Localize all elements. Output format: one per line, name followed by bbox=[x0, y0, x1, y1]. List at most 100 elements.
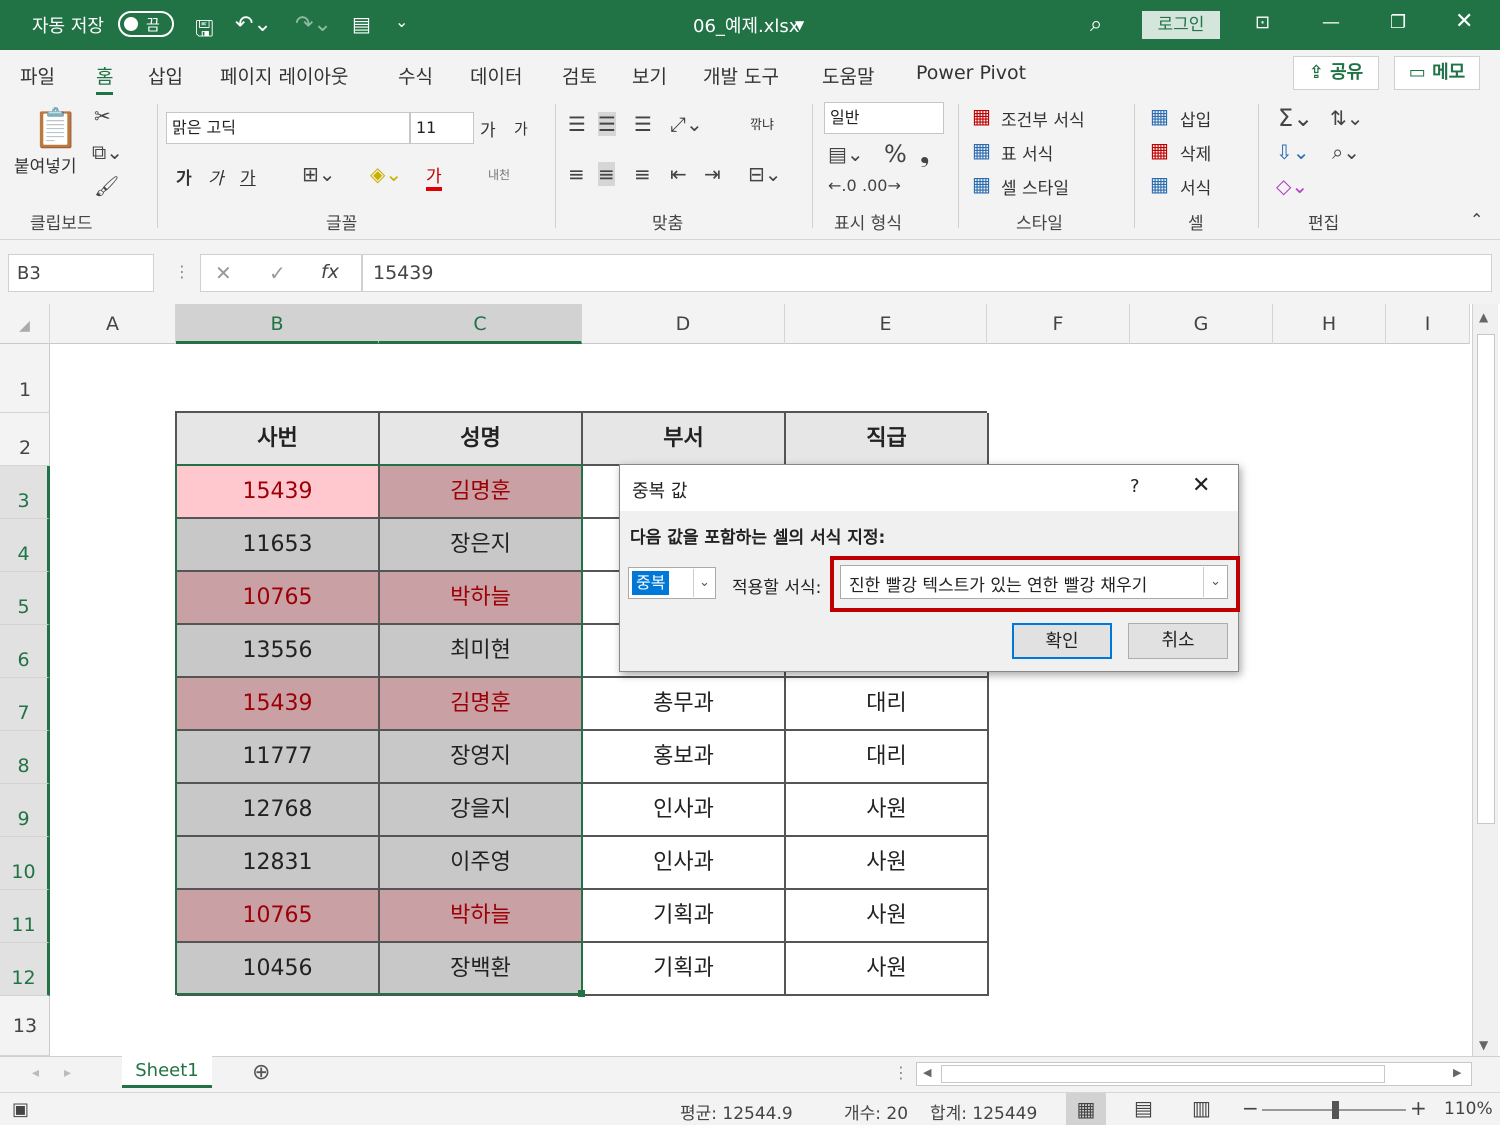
table-cell-c4[interactable]: 장은지 bbox=[380, 519, 583, 572]
align-top-icon[interactable]: ☰ bbox=[568, 112, 586, 136]
column-header-a[interactable]: A bbox=[50, 304, 176, 344]
conditional-format-button[interactable]: 조건부 서식 bbox=[1001, 106, 1085, 131]
dialog-close-icon[interactable]: ✕ bbox=[1192, 473, 1210, 498]
format-cells-button[interactable]: 서식 bbox=[1180, 174, 1211, 199]
wrap-text-button[interactable]: 깎냐 bbox=[750, 114, 774, 133]
tab-data[interactable]: 데이터 bbox=[470, 62, 522, 89]
table-cell-e8[interactable]: 대리 bbox=[786, 731, 989, 784]
phonetic-button[interactable]: 내천 bbox=[488, 166, 510, 183]
fill-color-icon[interactable]: ◈⌄ bbox=[370, 162, 402, 186]
chevron-down-icon[interactable]: ⌄ bbox=[1203, 567, 1227, 597]
table-cell-c10[interactable]: 이주영 bbox=[380, 837, 583, 890]
format-as-table-icon[interactable]: ▦ bbox=[972, 138, 991, 162]
copy-icon[interactable]: ⧉⌄ bbox=[92, 140, 123, 164]
redo-icon[interactable]: ↷⌄ bbox=[295, 12, 332, 37]
header-cell-id[interactable]: 사번 bbox=[177, 413, 380, 466]
row-header-1[interactable]: 1 bbox=[0, 344, 50, 413]
table-cell-d9[interactable]: 인사과 bbox=[583, 784, 786, 837]
table-cell-d8[interactable]: 홍보과 bbox=[583, 731, 786, 784]
increase-decimal-icon[interactable]: ←.0 bbox=[828, 176, 857, 195]
delete-cells-icon[interactable]: ▦ bbox=[1150, 138, 1169, 162]
table-cell-b6[interactable]: 13556 bbox=[177, 625, 380, 678]
formula-input[interactable]: 15439 bbox=[362, 254, 1492, 292]
percent-icon[interactable]: % bbox=[884, 140, 907, 168]
cut-icon[interactable]: ✂ bbox=[94, 104, 111, 128]
font-name-select[interactable]: 맑은 고딕 bbox=[166, 112, 410, 144]
border-icon[interactable]: ⊞⌄ bbox=[302, 162, 336, 186]
save-icon[interactable]: 🖫 bbox=[195, 12, 214, 50]
tab-home[interactable]: 홈 bbox=[96, 62, 114, 95]
font-size-select[interactable]: 11 bbox=[410, 112, 474, 144]
column-header-b[interactable]: B bbox=[176, 304, 379, 344]
format-as-table-button[interactable]: 표 서식 bbox=[1001, 140, 1053, 165]
column-header-f[interactable]: F bbox=[987, 304, 1130, 344]
header-cell-rank[interactable]: 직급 bbox=[786, 413, 989, 466]
autosum-icon[interactable]: Σ⌄ bbox=[1278, 104, 1313, 132]
scroll-right-icon[interactable]: ▶ bbox=[1453, 1066, 1461, 1079]
table-cell-b3[interactable]: 15439 bbox=[177, 466, 380, 519]
add-sheet-icon[interactable]: ⊕ bbox=[252, 1060, 270, 1085]
format-cells-icon[interactable]: ▦ bbox=[1150, 172, 1169, 196]
format-painter-icon[interactable]: 🖌 bbox=[94, 174, 119, 198]
table-cell-b12[interactable]: 10456 bbox=[177, 943, 380, 996]
zoom-level[interactable]: 110% bbox=[1444, 1099, 1493, 1119]
paste-icon[interactable]: 📋 bbox=[32, 106, 79, 151]
column-header-h[interactable]: H bbox=[1273, 304, 1386, 344]
chevron-down-icon[interactable]: ⌄ bbox=[693, 569, 715, 597]
cancel-button[interactable]: 취소 bbox=[1128, 623, 1228, 659]
underline-button[interactable]: 가 bbox=[240, 164, 256, 189]
page-break-view-icon[interactable]: ▥ bbox=[1192, 1096, 1211, 1120]
table-cell-c11[interactable]: 박하늘 bbox=[380, 890, 583, 943]
table-cell-b5[interactable]: 10765 bbox=[177, 572, 380, 625]
row-header-13[interactable]: 13 bbox=[0, 996, 50, 1056]
row-header-10[interactable]: 10 bbox=[0, 837, 50, 890]
shrink-font-button[interactable]: 가 bbox=[514, 118, 528, 139]
row-header-12[interactable]: 12 bbox=[0, 943, 50, 996]
sheet-tab-sheet1[interactable]: Sheet1 bbox=[122, 1056, 212, 1088]
decrease-indent-icon[interactable]: ⇤ bbox=[670, 162, 687, 186]
row-header-3[interactable]: 3 bbox=[0, 466, 50, 519]
table-cell-e9[interactable]: 사원 bbox=[786, 784, 989, 837]
table-cell-c7[interactable]: 김명훈 bbox=[380, 678, 583, 731]
column-header-i[interactable]: I bbox=[1386, 304, 1470, 344]
close-icon[interactable]: ✕ bbox=[1455, 9, 1473, 34]
delete-cells-button[interactable]: 삭제 bbox=[1180, 140, 1211, 165]
autosave-toggle[interactable]: 끔 bbox=[118, 11, 174, 37]
vertical-scroll-thumb[interactable] bbox=[1477, 334, 1495, 824]
minimize-icon[interactable]: — bbox=[1322, 12, 1340, 33]
table-cell-c8[interactable]: 장영지 bbox=[380, 731, 583, 784]
insert-cells-button[interactable]: 삽입 bbox=[1180, 106, 1211, 131]
column-header-g[interactable]: G bbox=[1130, 304, 1273, 344]
header-cell-dept[interactable]: 부서 bbox=[583, 413, 786, 466]
select-all-corner[interactable]: ◢ bbox=[0, 304, 50, 344]
grow-font-button[interactable]: 가 bbox=[480, 116, 496, 141]
align-left-icon[interactable]: ≡ bbox=[568, 162, 585, 186]
help-button[interactable]: ? bbox=[1130, 476, 1140, 497]
vertical-scrollbar[interactable]: ▲ ▼ bbox=[1472, 304, 1498, 1056]
insert-function-button[interactable]: fx bbox=[321, 261, 339, 283]
enter-icon[interactable]: ✓ bbox=[269, 261, 286, 285]
scroll-left-icon[interactable]: ◀ bbox=[923, 1066, 931, 1079]
normal-view-icon[interactable]: ▦ bbox=[1066, 1093, 1106, 1125]
scroll-up-icon[interactable]: ▲ bbox=[1479, 310, 1488, 324]
align-center-icon[interactable]: ≡ bbox=[598, 162, 615, 186]
scroll-down-icon[interactable]: ▼ bbox=[1479, 1038, 1488, 1052]
horizontal-scroll-thumb[interactable] bbox=[941, 1065, 1385, 1083]
row-header-7[interactable]: 7 bbox=[0, 678, 50, 731]
login-button[interactable]: 로그인 bbox=[1142, 11, 1220, 39]
header-cell-name[interactable]: 성명 bbox=[380, 413, 583, 466]
tab-developer[interactable]: 개발 도구 bbox=[703, 62, 779, 89]
table-cell-d12[interactable]: 기획과 bbox=[583, 943, 786, 996]
chevron-down-icon[interactable]: ▼ bbox=[795, 18, 804, 32]
table-cell-c3[interactable]: 김명훈 bbox=[380, 466, 583, 519]
ribbon-display-icon[interactable]: ⊡ bbox=[1255, 12, 1270, 33]
align-bottom-icon[interactable]: ☰ bbox=[634, 112, 652, 136]
font-color-button[interactable]: 가 bbox=[426, 162, 442, 191]
accounting-format-icon[interactable]: ▤⌄ bbox=[828, 142, 864, 166]
table-cell-b11[interactable]: 10765 bbox=[177, 890, 380, 943]
memo-button[interactable]: ▭ 메모 bbox=[1394, 56, 1480, 90]
table-cell-e11[interactable]: 사원 bbox=[786, 890, 989, 943]
align-middle-icon[interactable]: ☰ bbox=[598, 112, 616, 136]
row-header-4[interactable]: 4 bbox=[0, 519, 50, 572]
type-select[interactable]: 중복 ⌄ bbox=[628, 567, 716, 599]
